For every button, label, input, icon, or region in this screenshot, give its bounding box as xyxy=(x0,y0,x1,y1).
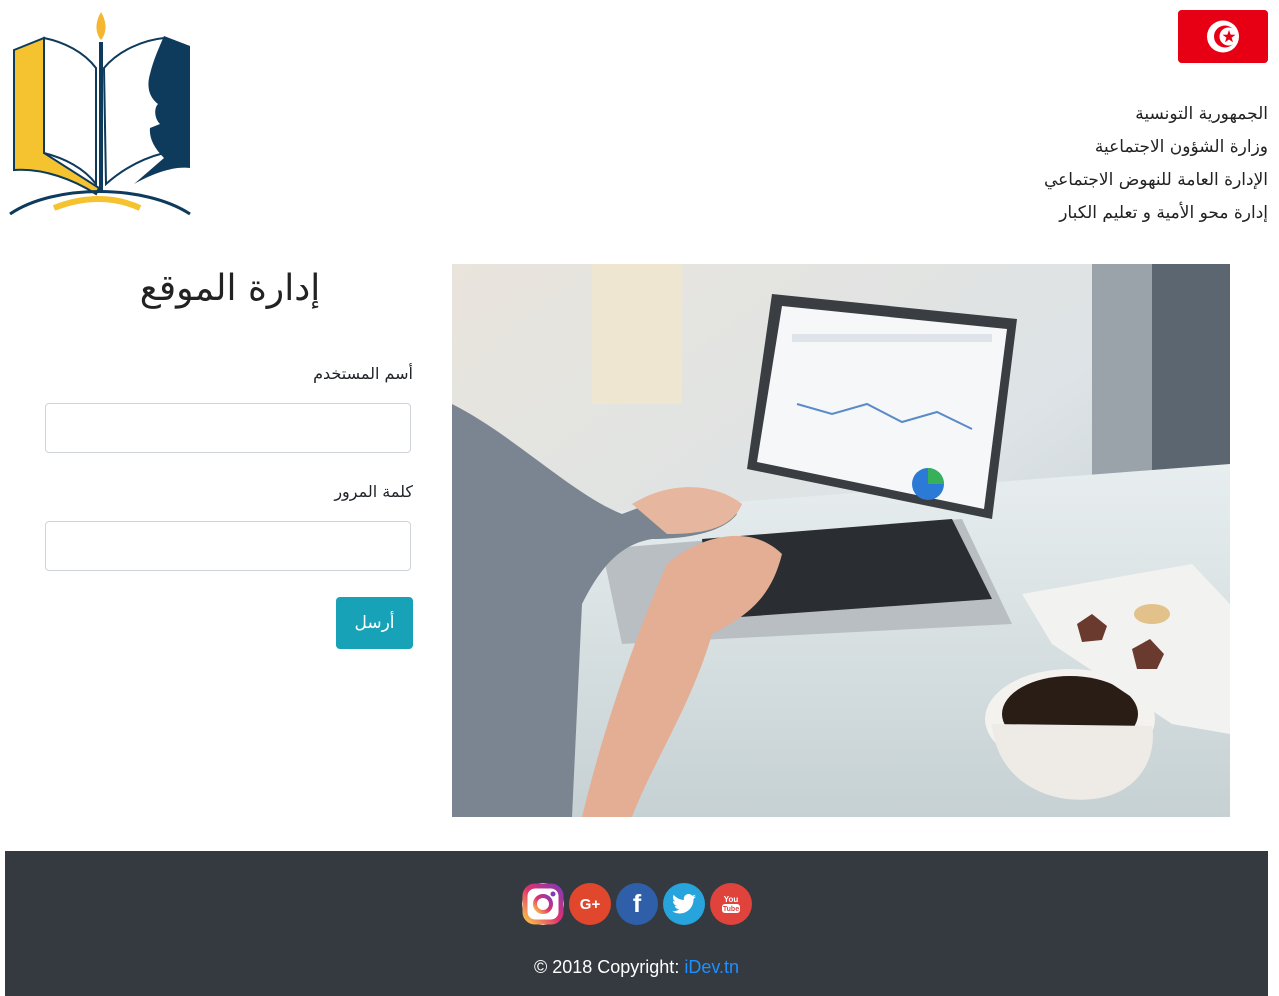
svg-text:You: You xyxy=(724,895,739,904)
ministry-line: الإدارة العامة للنهوض الاجتماعي xyxy=(1043,170,1268,190)
ministry-header: الجمهورية التونسية وزارة الشؤون الاجتماع… xyxy=(928,98,1268,230)
svg-text:Tube: Tube xyxy=(723,906,739,913)
instagram-icon[interactable] xyxy=(522,883,564,925)
page-title: إدارة الموقع xyxy=(139,268,321,309)
submit-button[interactable]: أرسل xyxy=(336,597,413,649)
copyright-link[interactable]: iDev.tn xyxy=(684,957,739,977)
social-links: G+ f You Tube xyxy=(522,883,752,927)
ministry-line: وزارة الشؤون الاجتماعية xyxy=(1094,137,1268,157)
ministry-line: الجمهورية التونسية xyxy=(1135,104,1268,124)
ministry-line: إدارة محو الأمية و تعليم الكبار xyxy=(1059,203,1268,223)
username-input[interactable] xyxy=(45,403,411,453)
youtube-icon[interactable]: You Tube xyxy=(710,883,752,925)
footer: G+ f You Tube © 2018 Copyright: iDev.tn xyxy=(5,851,1268,996)
copyright: © 2018 Copyright: iDev.tn xyxy=(5,957,1268,978)
username-label: أسم المستخدم xyxy=(313,364,413,383)
literacy-logo xyxy=(4,8,194,224)
copyright-text: © 2018 Copyright: xyxy=(533,957,680,977)
google-plus-icon[interactable]: G+ xyxy=(569,883,611,925)
twitter-icon[interactable] xyxy=(663,883,705,925)
hero-image xyxy=(452,264,1230,817)
password-input[interactable] xyxy=(45,521,411,571)
tunisia-flag-icon xyxy=(1178,10,1268,63)
password-label: كلمة المرور xyxy=(334,482,413,501)
facebook-icon[interactable]: f xyxy=(616,883,658,925)
